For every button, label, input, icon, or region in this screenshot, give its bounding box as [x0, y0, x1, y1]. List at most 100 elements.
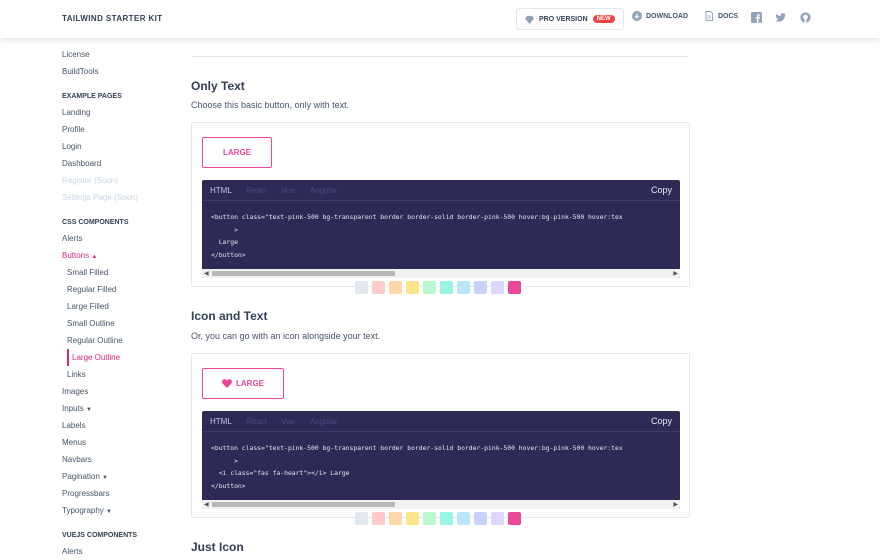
sidebar-item-login[interactable]: Login — [62, 138, 182, 155]
tab-vue[interactable]: Vue — [281, 417, 295, 426]
scrollbar-thumb[interactable] — [212, 271, 395, 276]
sidebar-item-dashboard[interactable]: Dashboard — [62, 155, 182, 172]
sidebar-item-landing[interactable]: Landing — [62, 104, 182, 121]
sidebar-item-labels[interactable]: Labels — [62, 417, 182, 434]
section-title-only-text: Only Text — [191, 79, 245, 93]
code-tabs: HTML React Vue Angular Copy — [202, 411, 680, 432]
sidebar-item-profile[interactable]: Profile — [62, 121, 182, 138]
color-swatch[interactable] — [423, 512, 436, 525]
document-icon — [705, 11, 713, 21]
sidebar-item-buttons-label: Buttons — [62, 251, 90, 260]
sidebar-heading-vuejs-components: VUEJS COMPONENTS — [62, 532, 138, 539]
large-outline-button-label: LARGE — [223, 148, 251, 157]
section-desc-icon-text: Or, you can go with an icon alongside yo… — [191, 331, 381, 341]
sidebar-item-links[interactable]: Links — [62, 366, 182, 383]
sidebar-item-progressbars[interactable]: Progressbars — [62, 485, 182, 502]
color-swatch[interactable] — [491, 512, 504, 525]
color-swatch[interactable] — [508, 281, 521, 294]
sidebar-item-register: Register (Soon) — [62, 176, 119, 185]
sidebar-item-license[interactable]: License — [62, 46, 182, 63]
download-icon — [632, 11, 642, 21]
color-swatch[interactable] — [474, 512, 487, 525]
sidebar-item-large-outline[interactable]: Large Outline — [67, 349, 182, 366]
sidebar-item-menus[interactable]: Menus — [62, 434, 182, 451]
facebook-icon[interactable] — [751, 12, 762, 23]
example-box-only-text: LARGE HTML React Vue Angular Copy <butto… — [191, 122, 690, 294]
sidebar-item-buttons[interactable]: Buttons ▲ — [62, 247, 182, 264]
tab-html[interactable]: HTML — [210, 417, 232, 426]
scroll-left-icon[interactable]: ◀ — [204, 270, 209, 277]
code-text: <button class="text-pink-500 bg-transpar… — [211, 444, 623, 490]
color-swatch[interactable] — [406, 281, 419, 294]
sidebar-item-small-filled[interactable]: Small Filled — [62, 264, 182, 281]
sidebar-item-small-outline[interactable]: Small Outline — [62, 315, 182, 332]
tab-angular[interactable]: Angular — [310, 186, 338, 195]
tab-html[interactable]: HTML — [210, 186, 232, 195]
color-swatch[interactable] — [389, 512, 402, 525]
color-swatch[interactable] — [474, 281, 487, 294]
pro-version-button[interactable]: PRO VERSION NEW — [516, 8, 624, 30]
large-outline-button[interactable]: LARGE — [202, 137, 272, 168]
pro-version-label: PRO VERSION — [539, 15, 588, 23]
sidebar-item-pagination[interactable]: Pagination ▼ — [62, 468, 182, 485]
horizontal-scrollbar[interactable]: ◀ ▶ — [202, 500, 680, 509]
color-swatch[interactable] — [440, 512, 453, 525]
docs-label: DOCS — [718, 12, 739, 20]
color-swatch[interactable] — [457, 512, 470, 525]
large-outline-icon-button[interactable]: LARGE — [202, 368, 284, 399]
scroll-right-icon[interactable]: ▶ — [673, 270, 678, 277]
chevron-down-icon: ▼ — [106, 509, 112, 515]
sidebar-item-inputs[interactable]: Inputs ▼ — [62, 400, 182, 417]
tab-angular[interactable]: Angular — [310, 417, 338, 426]
github-icon[interactable] — [800, 12, 811, 23]
sidebar-item-images[interactable]: Images — [62, 383, 182, 400]
sidebar-item-typography[interactable]: Typography ▼ — [62, 502, 182, 519]
tab-react[interactable]: React — [246, 186, 267, 195]
sidebar-item-inputs-label: Inputs — [62, 404, 84, 413]
color-swatch[interactable] — [423, 281, 436, 294]
sidebar-item-alerts[interactable]: Alerts — [62, 230, 182, 247]
horizontal-scrollbar[interactable]: ◀ ▶ — [202, 269, 680, 278]
divider — [191, 56, 689, 57]
color-swatch[interactable] — [508, 512, 521, 525]
copy-button[interactable]: Copy — [651, 185, 672, 195]
scroll-left-icon[interactable]: ◀ — [204, 501, 209, 508]
sidebar-item-large-filled[interactable]: Large Filled — [62, 298, 182, 315]
sidebar-item-regular-outline[interactable]: Regular Outline — [62, 332, 182, 349]
color-swatch[interactable] — [440, 281, 453, 294]
color-swatch[interactable] — [457, 281, 470, 294]
section-title-icon-text: Icon and Text — [191, 309, 268, 323]
color-swatch[interactable] — [355, 512, 368, 525]
sidebar-heading-example-pages: EXAMPLE PAGES — [62, 93, 122, 100]
sidebar-item-typography-label: Typography — [62, 506, 104, 515]
copy-button[interactable]: Copy — [651, 416, 672, 426]
sidebar-item-buildtools[interactable]: BuildTools — [62, 63, 182, 80]
twitter-icon[interactable] — [775, 12, 786, 23]
code-block-icon-text: HTML React Vue Angular Copy <button clas… — [202, 411, 680, 509]
color-swatch[interactable] — [406, 512, 419, 525]
sidebar-item-regular-filled[interactable]: Regular Filled — [62, 281, 182, 298]
sidebar-item-vue-alerts[interactable]: Alerts — [62, 543, 182, 560]
gem-icon — [525, 15, 534, 24]
download-link[interactable]: DOWNLOAD — [632, 11, 688, 21]
color-swatch[interactable] — [491, 281, 504, 294]
top-navbar: TAILWIND STARTER KIT PRO VERSION NEW DOW… — [0, 0, 880, 38]
docs-link[interactable]: DOCS — [704, 11, 738, 21]
chevron-up-icon: ▲ — [91, 254, 98, 260]
brand-title[interactable]: TAILWIND STARTER KIT — [62, 14, 163, 23]
section-title-just-icon: Just Icon — [191, 540, 244, 554]
color-swatch[interactable] — [389, 281, 402, 294]
sidebar-item-pagination-label: Pagination — [62, 472, 100, 481]
color-swatch[interactable] — [372, 281, 385, 294]
color-swatch[interactable] — [372, 512, 385, 525]
section-desc-only-text: Choose this basic button, only with text… — [191, 100, 350, 110]
tab-vue[interactable]: Vue — [281, 186, 295, 195]
scroll-right-icon[interactable]: ▶ — [673, 501, 678, 508]
tab-react[interactable]: React — [246, 417, 267, 426]
code-block-only-text: HTML React Vue Angular Copy <button clas… — [202, 180, 680, 278]
sidebar-item-settings-page: Settings Page (Soon) — [62, 193, 139, 202]
color-swatches — [355, 281, 521, 294]
sidebar-item-navbars[interactable]: Navbars — [62, 451, 182, 468]
scrollbar-thumb[interactable] — [212, 502, 395, 507]
color-swatch[interactable] — [355, 281, 368, 294]
